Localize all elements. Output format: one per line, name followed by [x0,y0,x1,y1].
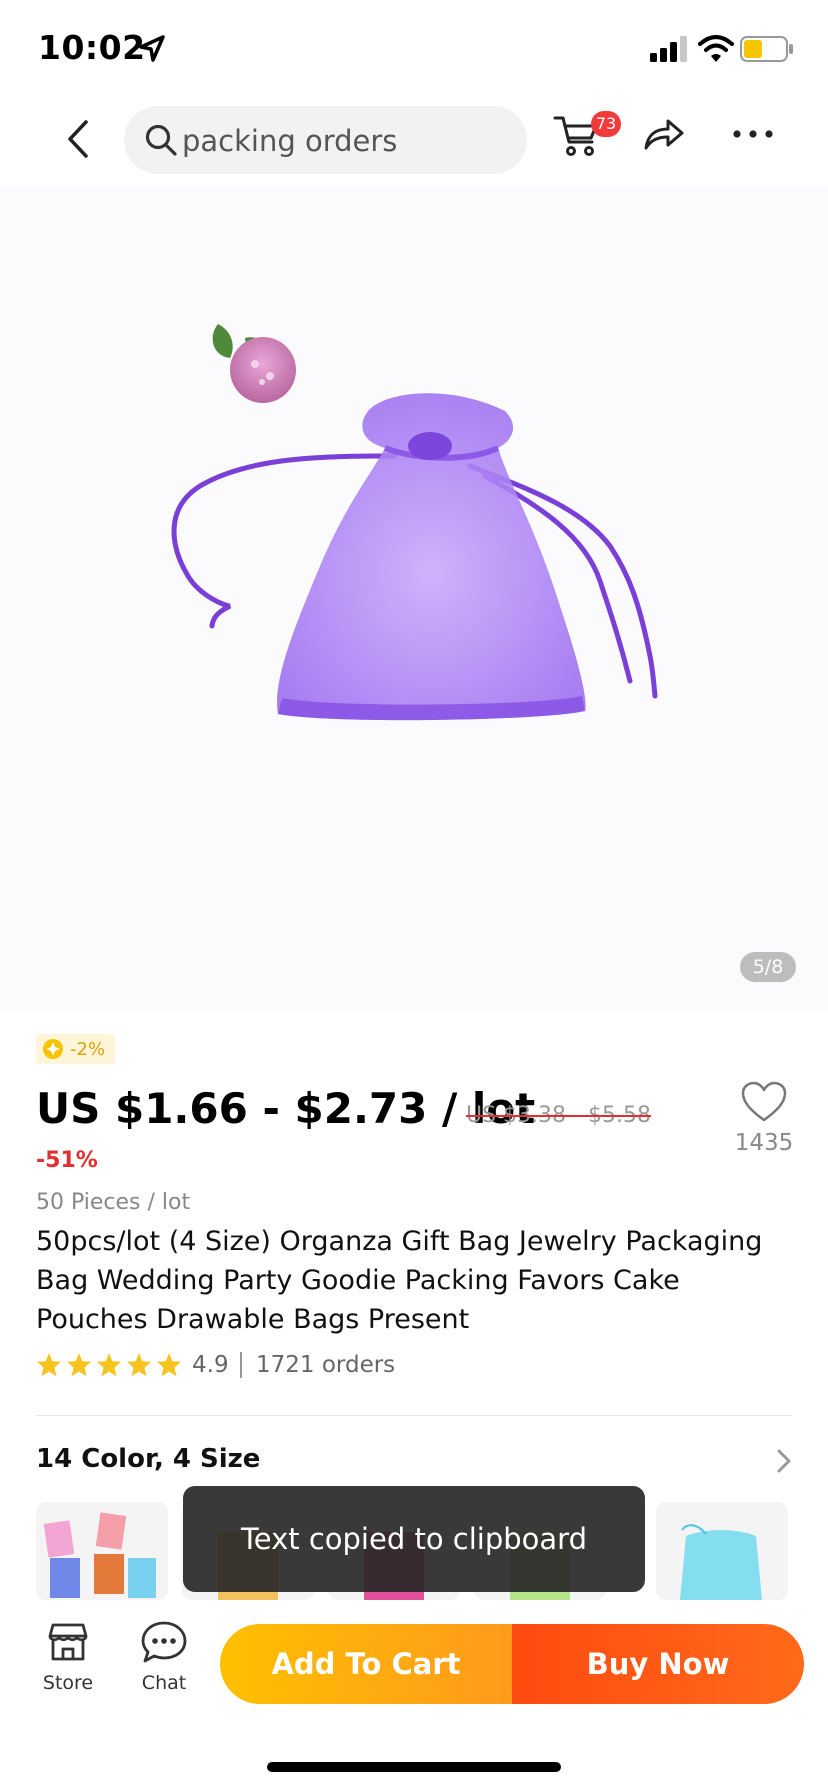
location-arrow-icon [139,35,165,62]
wifi-icon [698,35,734,62]
chat-icon [141,1621,187,1663]
store-icon [48,1623,88,1661]
product-title: 50pcs/lot (4 Size) Organza Gift Bag Jewe… [36,1226,763,1335]
rating-stars [36,1352,186,1378]
coin-icon [43,1039,63,1059]
price-range: US $1.66 - $2.73 / lot [36,1084,536,1133]
coin-discount-badge: -2% [36,1034,116,1064]
add-to-cart-button[interactable]: Add To Cart [220,1624,512,1704]
buy-now-button[interactable]: Buy Now [512,1624,804,1704]
coin-discount-text: -2% [70,1038,106,1060]
battery-icon [740,36,793,62]
cellular-signal-icon [650,36,687,62]
star-icon [127,1353,151,1377]
home-indicator[interactable] [267,1762,561,1772]
pieces-per-lot: 50 Pieces / lot [36,1190,191,1215]
clipboard-toast: Text copied to clipboard [183,1486,645,1592]
back-chevron-icon[interactable] [58,114,98,164]
star-icon [37,1353,61,1377]
search-icon [145,124,177,156]
star-icon [97,1353,121,1377]
status-bar: 10:02 [0,0,828,96]
chat-button[interactable]: Chat [132,1620,196,1700]
store-button[interactable]: Store [36,1620,100,1700]
variants-label[interactable]: 14 Color, 4 Size [36,1444,260,1474]
variant-thumb[interactable] [36,1502,168,1600]
status-time: 10:02 [38,28,146,67]
image-page-counter: 5/8 [740,952,796,982]
section-divider [36,1415,792,1416]
order-count: 1721 orders [256,1352,396,1378]
discount-percent: -51% [36,1148,98,1173]
rating-separator [240,1352,242,1378]
product-image[interactable] [0,186,828,1010]
product-photo [171,324,658,721]
search-input[interactable]: packing orders [124,106,527,174]
variant-thumb[interactable] [656,1502,788,1600]
share-icon[interactable] [642,116,686,154]
wishlist-count: 1435 [734,1130,794,1156]
nav-bar: packing orders 73 [0,96,828,186]
search-query: packing orders [182,124,398,158]
chevron-right-icon[interactable] [772,1446,796,1476]
wishlist-heart-icon[interactable] [740,1080,788,1124]
star-icon [67,1353,91,1377]
rating-value: 4.9 [192,1352,229,1378]
star-icon [157,1353,181,1377]
original-price: US $3.38 - $5.58 [466,1103,651,1128]
flower-decoration [212,324,296,403]
cart-count-badge: 73 [591,111,621,137]
chat-label: Chat [141,1672,187,1694]
more-options-icon[interactable] [731,120,775,148]
store-label: Store [42,1672,94,1694]
